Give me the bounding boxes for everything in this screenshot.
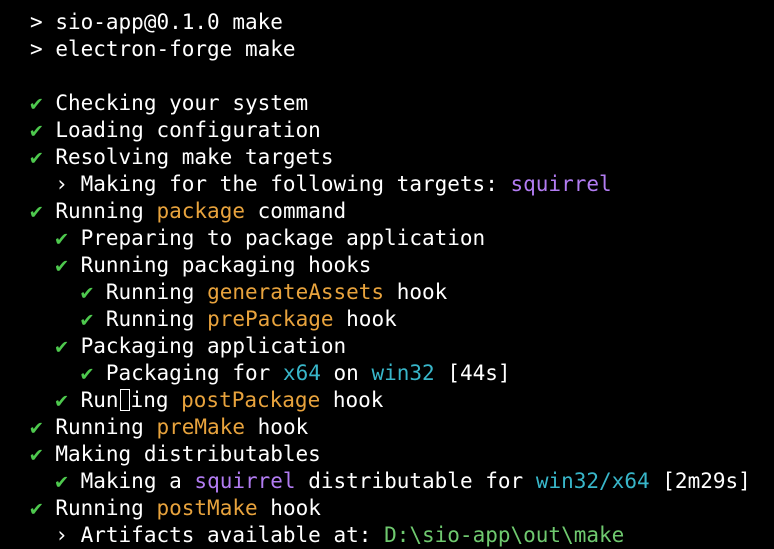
loading-config-line: ✔ Loading configuration bbox=[30, 118, 321, 142]
check-icon: ✔ bbox=[55, 469, 68, 493]
checking-system-line: ✔ Checking your system bbox=[30, 91, 309, 115]
chevron-right-icon: › bbox=[55, 172, 68, 196]
npm-command-line: > electron-forge make bbox=[30, 37, 296, 61]
check-icon: ✔ bbox=[80, 361, 94, 385]
check-icon: ✔ bbox=[80, 280, 94, 304]
terminal-window[interactable]: > sio-app@0.1.0 make > electron-forge ma… bbox=[0, 0, 774, 549]
resolving-targets-line: ✔ Resolving make targets bbox=[30, 145, 334, 169]
artifacts-line: › Artifacts available at: D:\sio-app\out… bbox=[55, 523, 625, 547]
check-icon: ✔ bbox=[80, 307, 94, 331]
check-icon: ✔ bbox=[55, 334, 68, 358]
running-package-line: ✔ Running package command bbox=[30, 199, 347, 223]
check-icon: ✔ bbox=[55, 388, 68, 412]
check-icon: ✔ bbox=[30, 442, 43, 466]
making-squirrel-line: ✔ Making a squirrel distributable for wi… bbox=[55, 469, 751, 493]
running-packaging-hooks-line: ✔ Running packaging hooks bbox=[55, 253, 372, 277]
preparing-line: ✔ Preparing to package application bbox=[55, 226, 486, 250]
check-icon: ✔ bbox=[30, 91, 43, 115]
pre-package-line: ✔ Running prePackage hook bbox=[80, 307, 397, 331]
artifacts-path: D:\sio-app\out\make bbox=[384, 523, 625, 547]
check-icon: ✔ bbox=[55, 253, 68, 277]
check-icon: ✔ bbox=[30, 118, 43, 142]
post-package-line: ✔ Run ing postPackage hook bbox=[55, 388, 384, 412]
check-icon: ✔ bbox=[30, 145, 43, 169]
check-icon: ✔ bbox=[30, 415, 43, 439]
check-icon: ✔ bbox=[30, 199, 43, 223]
text-cursor bbox=[119, 389, 130, 411]
check-icon: ✔ bbox=[30, 496, 43, 520]
generate-assets-line: ✔ Running generateAssets hook bbox=[80, 280, 448, 304]
making-distributables-line: ✔ Making distributables bbox=[30, 442, 321, 466]
post-make-line: ✔ Running postMake hook bbox=[30, 496, 321, 520]
npm-script-line: > sio-app@0.1.0 make bbox=[30, 10, 283, 34]
pre-make-line: ✔ Running preMake hook bbox=[30, 415, 309, 439]
check-icon: ✔ bbox=[55, 226, 68, 250]
chevron-right-icon: › bbox=[55, 523, 68, 547]
making-for-targets-line: › Making for the following targets: squi… bbox=[55, 172, 612, 196]
packaging-application-line: ✔ Packaging application bbox=[55, 334, 347, 358]
packaging-for-line: ✔ Packaging for x64 on win32 [44s] bbox=[80, 361, 511, 385]
